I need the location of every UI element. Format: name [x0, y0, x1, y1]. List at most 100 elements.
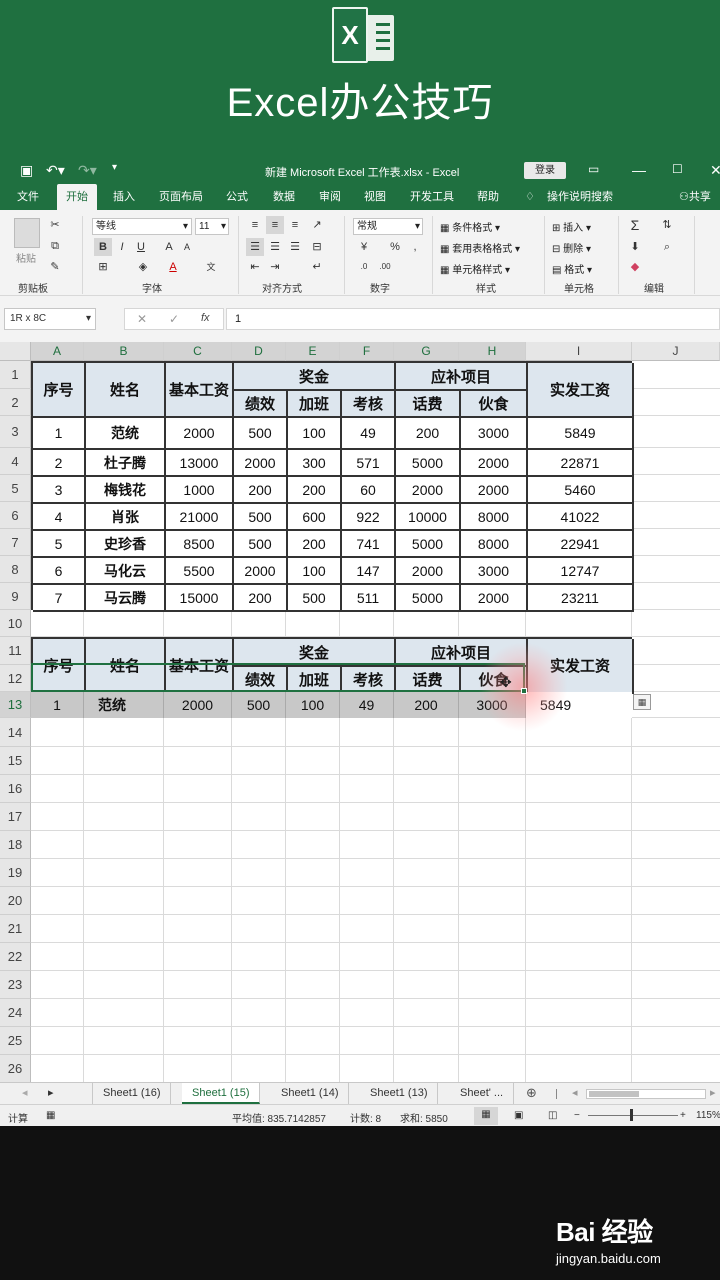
- row-header-19[interactable]: 19: [0, 859, 31, 887]
- table-cell[interactable]: 梅钱花: [86, 477, 166, 504]
- table-cell[interactable]: 2000: [461, 477, 528, 504]
- paste-icon[interactable]: [14, 218, 40, 248]
- column-header-e[interactable]: E: [286, 342, 340, 361]
- table-cell[interactable]: 12747: [528, 558, 634, 585]
- formula-input[interactable]: 1: [226, 308, 720, 330]
- tab-file[interactable]: 文件: [14, 184, 42, 210]
- zoom-slider-thumb[interactable]: [630, 1109, 633, 1121]
- tab-review[interactable]: 审阅: [316, 184, 344, 210]
- table-cell[interactable]: 史珍香: [86, 531, 166, 558]
- row13-cell[interactable]: 2000: [164, 692, 232, 718]
- add-sheet-icon[interactable]: ⊕: [526, 1085, 537, 1101]
- insert-function-icon[interactable]: fx: [201, 312, 210, 324]
- table-cell[interactable]: 600: [288, 504, 342, 531]
- insert-cells-button[interactable]: ⊞ 插入 ▾: [552, 219, 591, 234]
- column-header-c[interactable]: C: [164, 342, 232, 361]
- row-header-24[interactable]: 24: [0, 999, 31, 1027]
- table-cell[interactable]: 500: [234, 504, 288, 531]
- increase-decimal-icon[interactable]: .0: [355, 258, 373, 276]
- row-header-6[interactable]: 6: [0, 502, 31, 529]
- table-cell[interactable]: 6: [33, 558, 86, 585]
- italic-button[interactable]: I: [113, 238, 131, 256]
- table-cell[interactable]: 5500: [166, 558, 234, 585]
- copy-icon[interactable]: ⧉: [46, 237, 64, 255]
- table-cell[interactable]: 2000: [166, 418, 234, 450]
- table-cell[interactable]: 60: [342, 477, 396, 504]
- number-format-select[interactable]: 常规 ▾: [353, 218, 423, 235]
- table-cell[interactable]: 马化云: [86, 558, 166, 585]
- font-name-select[interactable]: 等线 ▾: [92, 218, 192, 235]
- table-cell[interactable]: 1000: [166, 477, 234, 504]
- align-top-icon[interactable]: ≡: [246, 216, 264, 234]
- table-cell[interactable]: 2: [33, 450, 86, 477]
- name-box[interactable]: 1R x 8C ▾: [4, 308, 96, 330]
- font-shrink-icon[interactable]: A: [178, 238, 196, 256]
- table-cell[interactable]: 5460: [528, 477, 634, 504]
- table-cell[interactable]: 1: [33, 418, 86, 450]
- table-cell[interactable]: 922: [342, 504, 396, 531]
- column-header-j[interactable]: J: [632, 342, 720, 361]
- align-bottom-icon[interactable]: ≡: [286, 216, 304, 234]
- align-left-icon[interactable]: ☰: [246, 238, 264, 256]
- phonetic-icon[interactable]: 文: [202, 258, 220, 276]
- table-cell[interactable]: 10000: [396, 504, 461, 531]
- table-cell[interactable]: 8000: [461, 504, 528, 531]
- table-cell[interactable]: 200: [288, 531, 342, 558]
- table-cell[interactable]: 13000: [166, 450, 234, 477]
- find-select-icon[interactable]: ⌕: [658, 238, 676, 256]
- align-right-icon[interactable]: ☰: [286, 238, 304, 256]
- table-cell[interactable]: 8000: [461, 531, 528, 558]
- merge-center-icon[interactable]: ⊟: [308, 238, 326, 256]
- table-cell[interactable]: 21000: [166, 504, 234, 531]
- undo-icon[interactable]: ↶▾: [46, 162, 65, 179]
- maximize-icon[interactable]: ☐: [672, 162, 683, 176]
- row-header-4[interactable]: 4: [0, 448, 31, 475]
- row13-cell[interactable]: 1: [31, 692, 84, 718]
- column-header-b[interactable]: B: [84, 342, 164, 361]
- column-header-d[interactable]: D: [232, 342, 286, 361]
- row13-cell[interactable]: 500: [232, 692, 286, 718]
- row-header-23[interactable]: 23: [0, 971, 31, 999]
- table-cell[interactable]: 杜子腾: [86, 450, 166, 477]
- row-header-15[interactable]: 15: [0, 747, 31, 775]
- clear-icon[interactable]: ◆: [626, 258, 644, 276]
- table-cell[interactable]: 5000: [396, 531, 461, 558]
- row-header-13[interactable]: 13: [0, 692, 31, 718]
- table-cell[interactable]: 5: [33, 531, 86, 558]
- cut-icon[interactable]: ✂: [46, 216, 64, 234]
- table-cell[interactable]: 马云腾: [86, 585, 166, 612]
- macro-record-icon[interactable]: ▦: [46, 1110, 55, 1121]
- tab-home[interactable]: 开始: [57, 184, 97, 210]
- decrease-decimal-icon[interactable]: .00: [376, 258, 394, 276]
- tab-data[interactable]: 数据: [270, 184, 298, 210]
- quick-access-dropdown-icon[interactable]: ▾: [112, 162, 117, 173]
- row-header-17[interactable]: 17: [0, 803, 31, 831]
- fill-icon[interactable]: ⬇: [626, 238, 644, 256]
- table-cell[interactable]: 500: [288, 585, 342, 612]
- row-header-8[interactable]: 8: [0, 556, 31, 583]
- zoom-out-icon[interactable]: −: [574, 1110, 580, 1121]
- page-break-view-icon[interactable]: ◫: [548, 1110, 557, 1121]
- column-header-h[interactable]: H: [459, 342, 526, 361]
- column-header-a[interactable]: A: [31, 342, 84, 361]
- align-center-icon[interactable]: ☰: [266, 238, 284, 256]
- table-cell[interactable]: 4: [33, 504, 86, 531]
- tab-formulas[interactable]: 公式: [223, 184, 251, 210]
- row-header-5[interactable]: 5: [0, 475, 31, 502]
- row-header-9[interactable]: 9: [0, 583, 31, 610]
- align-middle-icon[interactable]: ≡: [266, 216, 284, 234]
- sheet-tab[interactable]: Sheet1 (14): [271, 1083, 350, 1104]
- save-icon[interactable]: ▣: [20, 162, 33, 179]
- table-cell[interactable]: 41022: [528, 504, 634, 531]
- table-cell[interactable]: 2000: [461, 585, 528, 612]
- table-cell[interactable]: 571: [342, 450, 396, 477]
- table-cell[interactable]: 500: [234, 418, 288, 450]
- underline-button[interactable]: U: [132, 238, 150, 256]
- table-cell[interactable]: 15000: [166, 585, 234, 612]
- share-button[interactable]: ⚇共享: [676, 184, 714, 210]
- scroll-right-icon[interactable]: ▸: [48, 1086, 54, 1099]
- row-header-2[interactable]: 2: [0, 389, 31, 416]
- row-header-7[interactable]: 7: [0, 529, 31, 556]
- fill-handle[interactable]: [521, 688, 527, 694]
- select-all-corner[interactable]: [0, 342, 31, 361]
